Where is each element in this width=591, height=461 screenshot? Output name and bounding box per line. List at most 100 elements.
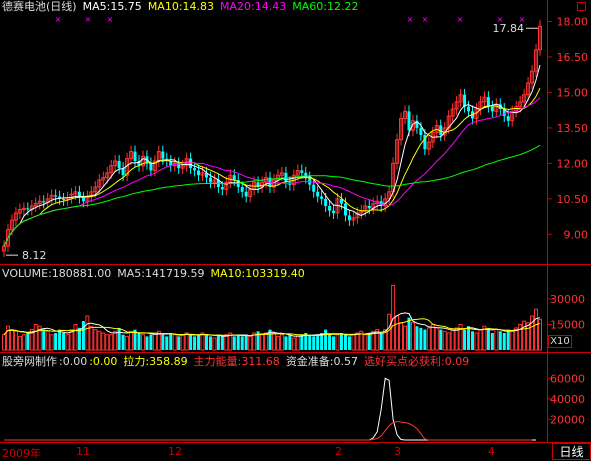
candle: [208, 177, 212, 183]
volume-bar: [522, 320, 527, 351]
volume-bar: [295, 335, 300, 351]
volume-bar: [248, 335, 253, 351]
volume-bar: [351, 334, 356, 351]
volume-bar: [423, 329, 427, 350]
volume-bar: [332, 336, 336, 350]
volume-bar: [284, 336, 288, 350]
signal-marker: ×: [85, 15, 92, 24]
panel-maximize-button[interactable]: [577, 2, 586, 11]
candle: [407, 111, 411, 131]
indicator-v1: :0.00: [59, 355, 88, 368]
price-panel: 17.84 8.12 × × × × × × × ×: [2, 15, 542, 262]
ma60-line: [3, 144, 541, 247]
volume-bar: [355, 332, 360, 351]
volume-bar: [117, 327, 121, 350]
candle: [232, 175, 236, 180]
volume-bar: [335, 334, 340, 351]
period-selector[interactable]: 日线: [552, 443, 591, 460]
volume-bar: [474, 332, 479, 351]
volume-bar: [2, 334, 6, 351]
volume-bar: [407, 317, 411, 350]
indicator-header: 股旁网制作:0.00:0.00 拉力:358.89 主力能量:311.68 资金准备:…: [2, 356, 475, 368]
candle: [490, 106, 494, 112]
volume-bar: [13, 330, 18, 351]
volume-bar: [244, 334, 248, 350]
volume-bar: [395, 315, 400, 351]
candle: [220, 187, 224, 190]
volume-bar: [498, 331, 502, 350]
volume-bar: [137, 333, 141, 350]
candle: [308, 177, 312, 185]
volume-bar: [208, 336, 212, 350]
volume-bar: [467, 326, 471, 350]
candle: [54, 195, 58, 197]
volume-bar: [109, 334, 114, 351]
volume-bar: [339, 333, 343, 350]
y-axis: 9.00 10.50 12.00 13.50 15.00 16.50 18.00 15000 3…: [547, 15, 588, 426]
volume-bar: [410, 322, 415, 351]
volume-bar: [471, 331, 475, 350]
volume-bar: [26, 333, 30, 350]
chart-canvas[interactable]: 17.84 8.12 × × × × × × × × 9.00 10.50 12.00 13.50 15.…: [0, 0, 591, 460]
x-label: 3: [394, 445, 401, 458]
volume-bar: [216, 334, 220, 350]
volume-bar: [526, 322, 531, 351]
volume-bar: [73, 324, 78, 351]
ind-y-tick-label: 20000: [550, 413, 585, 426]
volume-bar: [486, 327, 490, 350]
volume-bar: [85, 315, 90, 351]
volume-bar: [101, 332, 106, 351]
candle: [161, 151, 165, 159]
candle: [332, 210, 336, 214]
volume-bar: [271, 332, 276, 351]
ma10-value: MA10:14.83: [147, 0, 215, 13]
volume-bar: [121, 334, 125, 350]
candle: [81, 197, 85, 202]
volume-bar: [419, 327, 423, 350]
volume-bar: [240, 336, 244, 350]
signal-marker: ×: [55, 15, 62, 24]
volume-bar: [105, 334, 110, 351]
y-tick-label: 18.00: [557, 15, 589, 28]
volume-bar: [224, 334, 229, 351]
volume-bar: [446, 332, 451, 351]
candle: [117, 161, 121, 169]
volume-bar: [149, 334, 153, 350]
candle: [467, 106, 471, 112]
signal-marker: ×: [519, 15, 526, 24]
volume-panel: [2, 284, 542, 351]
volume-scale-badge[interactable]: X10: [548, 335, 572, 348]
volume-bar: [510, 330, 515, 351]
volume-bar: [42, 329, 46, 350]
volume-bar: [200, 332, 205, 351]
candle: [328, 205, 332, 211]
y-tick-label: 13.50: [557, 122, 589, 135]
ma5-line: [3, 64, 541, 247]
volume-bar: [172, 334, 177, 351]
volume-bar: [93, 329, 98, 351]
volume-bar: [288, 334, 292, 350]
volume-bar: [165, 336, 169, 350]
candle: [300, 170, 304, 173]
signal-marker: ×: [497, 15, 504, 24]
volume-bar: [113, 330, 118, 351]
volume-bar: [403, 325, 408, 351]
candle: [320, 196, 324, 199]
indicator-line: [4, 420, 533, 441]
y-tick-label: 16.50: [557, 51, 589, 64]
volume-bar: [152, 332, 157, 351]
ma60-value: MA60:12.22: [292, 0, 359, 13]
volume-bar: [197, 334, 201, 350]
volume-bar: [463, 329, 467, 350]
volume-bar: [5, 325, 10, 351]
x-label: 2009年: [2, 447, 41, 460]
volume-bar: [514, 327, 519, 351]
volume-bar: [184, 332, 189, 351]
y-tick-label: 9.00: [564, 228, 589, 241]
volume-bar: [494, 329, 499, 351]
x-label: 12: [168, 445, 182, 458]
volume-bar: [260, 334, 265, 351]
volume-bar: [81, 321, 85, 350]
volume-bar: [33, 324, 38, 351]
signal-marker: ×: [422, 15, 429, 24]
